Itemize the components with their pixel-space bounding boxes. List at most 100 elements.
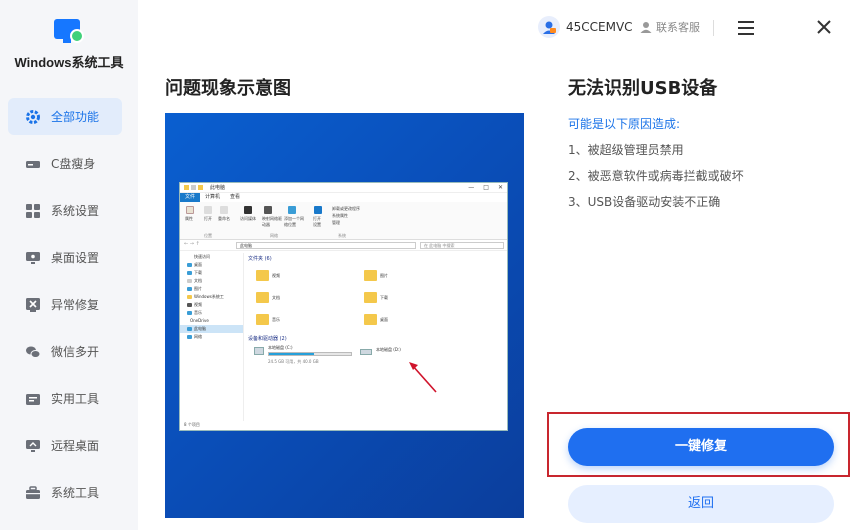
sidebar-item-label: 桌面设置 — [51, 251, 100, 265]
folder-icon[interactable] — [364, 268, 377, 281]
address-input[interactable]: 此电脑 — [236, 242, 416, 249]
nav-music[interactable]: 音乐 — [180, 309, 243, 317]
folder-label: 视频 — [272, 273, 280, 278]
nav-documents[interactable]: 文档 — [180, 277, 243, 285]
explorer-ribbon: 属性 打开 重命名 访问媒体 映射网络驱动器 添加一个网络位置 打开设置 卸载或… — [180, 202, 507, 240]
ribbon-btn-manage[interactable]: 管理 — [332, 220, 340, 226]
sidebar-item-error-repair[interactable]: 异常修复 — [8, 286, 122, 323]
folder-icon[interactable] — [256, 268, 269, 281]
sidebar-item-label: 异常修复 — [51, 298, 100, 312]
drive-c-name: 本地磁盘 (C:) — [268, 345, 293, 350]
sidebar-item-desktop-settings[interactable]: 桌面设置 — [8, 239, 122, 276]
back-forward-icons[interactable]: ← → ↑ — [184, 241, 200, 247]
address-path: 此电脑 — [240, 243, 252, 248]
sidebar-item-all-features[interactable]: 全部功能 — [8, 98, 122, 135]
ribbon-btn-open[interactable]: 打开 — [204, 216, 212, 222]
sidebar-item-c-drive-cleanup[interactable]: C盘瘦身 — [8, 145, 122, 182]
gear-icon — [25, 109, 41, 125]
cause-subtitle: 可能是以下原因造成: — [568, 117, 681, 131]
brand: Windows系统工具 — [0, 16, 138, 71]
folder-icon[interactable] — [256, 312, 269, 325]
wechat-icon — [25, 344, 41, 360]
nav-label: 此电脑 — [194, 326, 206, 331]
nav-downloads[interactable]: 下载 — [180, 269, 243, 277]
folder-icon[interactable] — [364, 290, 377, 303]
folder-label: 桌面 — [380, 317, 388, 322]
sidebar-item-system-tools[interactable]: 系统工具 — [8, 474, 122, 511]
folder-icon[interactable] — [256, 290, 269, 303]
nav-label: 图片 — [194, 286, 202, 291]
contact-service-link[interactable]: 联系客服 — [640, 19, 700, 35]
open-icon — [204, 206, 212, 214]
nav-label: 网络 — [194, 334, 202, 339]
cause-item-2: 2、被恶意软件或病毒拦截或破坏 — [568, 169, 744, 183]
explorer-titlebar: 此电脑 — □ ✕ — [180, 183, 507, 193]
tab-view[interactable]: 查看 — [225, 193, 245, 202]
sidebar-item-utilities[interactable]: 实用工具 — [8, 380, 122, 417]
customer-service-icon — [640, 22, 652, 33]
nav-desktop[interactable]: 桌面 — [180, 261, 243, 269]
network-location-icon — [288, 206, 296, 214]
user-avatar-icon — [538, 16, 560, 38]
close-icon — [817, 20, 831, 34]
back-button[interactable]: 返回 — [568, 485, 834, 523]
explorer-quick-access-icons — [184, 185, 203, 190]
repair-icon — [25, 297, 41, 313]
ribbon-btn-properties[interactable]: 属性 — [185, 216, 193, 222]
nav-videos[interactable]: 视频 — [180, 301, 243, 309]
ribbon-btn-network-location[interactable]: 添加一个网络位置 — [284, 216, 306, 228]
sidebar-item-system-settings[interactable]: 系统设置 — [8, 192, 122, 229]
explorer-search-input[interactable]: 在 此电脑 中搜索 — [420, 242, 504, 249]
red-arrow-annotation — [409, 362, 437, 393]
close-icon[interactable]: ✕ — [498, 184, 503, 191]
remote-desktop-icon — [25, 438, 41, 454]
close-button[interactable] — [814, 17, 834, 37]
folder-icon[interactable] — [364, 312, 377, 325]
ribbon-btn-open-settings[interactable]: 打开设置 — [313, 216, 323, 228]
drive-c-usage-bar — [268, 352, 352, 356]
folder-label: 下载 — [380, 295, 388, 300]
explorer-nav-pane: 快速访问 桌面 下载 文档 图片 Windows系统工 视频 音乐 OneDri… — [180, 253, 244, 421]
minimize-icon[interactable]: — — [468, 184, 474, 191]
sidebar-item-label: 微信多开 — [51, 345, 100, 359]
explorer-address-bar: ← → ↑ 此电脑 在 此电脑 中搜索 — [180, 240, 507, 251]
maximize-icon[interactable]: □ — [483, 184, 489, 191]
drive-d-icon[interactable] — [360, 349, 372, 355]
properties-icon — [186, 206, 194, 214]
menu-button[interactable] — [736, 18, 756, 38]
ribbon-btn-media[interactable]: 访问媒体 — [240, 216, 256, 222]
window-controls: — □ ✕ — [468, 184, 503, 191]
one-click-fix-button[interactable]: 一键修复 — [568, 428, 834, 466]
ribbon-group-system: 系统 — [338, 233, 346, 238]
nav-this-pc[interactable]: 此电脑 — [180, 325, 243, 333]
hamburger-icon — [738, 21, 754, 35]
nav-network[interactable]: 网络 — [180, 333, 243, 341]
disk-icon — [25, 156, 41, 172]
problem-preview-image: 此电脑 — □ ✕ 文件 计算机 查看 属性 打开 重命名 访问媒体 映射网络驱… — [165, 113, 524, 518]
rename-icon — [220, 206, 228, 214]
nav-quick-access[interactable]: 快速访问 — [180, 253, 243, 261]
explorer-window: 此电脑 — □ ✕ 文件 计算机 查看 属性 打开 重命名 访问媒体 映射网络驱… — [179, 182, 508, 431]
toolbox-icon — [25, 391, 41, 407]
sidebar-item-wechat-multi[interactable]: 微信多开 — [8, 333, 122, 370]
drive-c-icon[interactable] — [254, 347, 264, 355]
tab-file[interactable]: 文件 — [180, 193, 201, 202]
user-id: 45CCEMVC — [566, 20, 633, 34]
sidebar-item-remote-desktop[interactable]: 远程桌面 — [8, 427, 122, 464]
nav-windows-tools[interactable]: Windows系统工 — [180, 293, 243, 301]
ribbon-btn-uninstall[interactable]: 卸载或更改程序 — [332, 206, 360, 212]
settings-icon — [314, 206, 322, 214]
ribbon-btn-map-drive[interactable]: 映射网络驱动器 — [262, 216, 282, 228]
nav-onedrive[interactable]: OneDrive — [180, 317, 243, 325]
drive-c-usage-fill — [269, 353, 315, 355]
sidebar-item-label: 远程桌面 — [51, 439, 100, 453]
sidebar-item-label: 实用工具 — [51, 392, 100, 406]
app-logo-icon — [52, 16, 86, 46]
folders-group-header: 文件夹 (6) — [248, 256, 272, 262]
tab-computer[interactable]: 计算机 — [200, 193, 225, 202]
ribbon-btn-system-properties[interactable]: 系统属性 — [332, 213, 348, 219]
nav-pictures[interactable]: 图片 — [180, 285, 243, 293]
explorer-title: 此电脑 — [210, 185, 226, 191]
user-account[interactable]: 45CCEMVC — [538, 16, 633, 38]
ribbon-btn-rename[interactable]: 重命名 — [218, 216, 230, 222]
